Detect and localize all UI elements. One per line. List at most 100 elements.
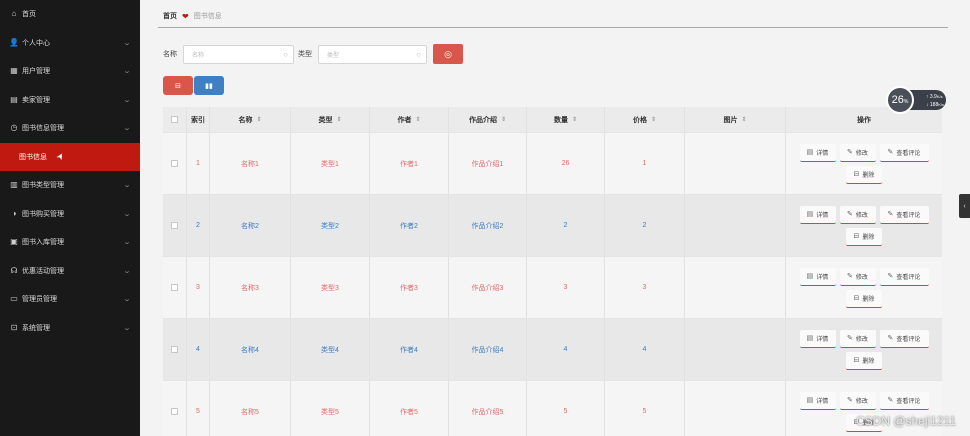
- sidebar-item[interactable]: ⌂ 首页: [0, 0, 140, 29]
- view-comments-button-label: 查看评论: [896, 336, 921, 343]
- sort-icon[interactable]: ⇕: [415, 116, 420, 123]
- cell-author-value: 作者4: [400, 346, 418, 354]
- row-actions: ▤ 详情 ✎ 修改 ✎ 查看评论 ⊟ 删除: [786, 329, 942, 370]
- sidebar-item[interactable]: ⊡ 系统管理 ⌄: [0, 314, 140, 343]
- name-search-input[interactable]: 名称 ○: [183, 44, 294, 64]
- cell-image: [685, 319, 786, 380]
- sidebar-item-label: 个人中心: [22, 39, 50, 47]
- view-comments-button[interactable]: ✎ 查看评论: [879, 143, 929, 162]
- row-checkbox[interactable]: [171, 222, 178, 229]
- view-comments-button[interactable]: ✎ 查看评论: [879, 391, 929, 410]
- row-checkbox[interactable]: [171, 160, 178, 167]
- cell-intro-value: 作品介绍5: [471, 408, 504, 416]
- edit-button[interactable]: ✎ 修改: [839, 329, 876, 348]
- table-header: 索引 名称 ⇕ 类型 ⇕ 作者 ⇕ 作品介绍 ⇕ 数量 ⇕ 价格 ⇕ 图片 ⇕ 操作: [163, 107, 942, 133]
- cell-price: 1: [605, 133, 685, 194]
- pencil-icon: ✎: [847, 149, 853, 156]
- detail-button[interactable]: ▤ 详情: [799, 205, 836, 224]
- view-comments-button-label: 查看评论: [896, 274, 921, 281]
- delete-button[interactable]: ⊟ 删除: [846, 227, 882, 246]
- sidebar-item[interactable]: ▥ 图书类型管理 ⌄: [0, 171, 140, 200]
- cell-image: [685, 257, 786, 318]
- search-button[interactable]: ◎: [433, 44, 463, 64]
- col-price[interactable]: 价格 ⇕: [605, 107, 685, 132]
- edit-button[interactable]: ✎ 修改: [839, 267, 876, 286]
- detail-button[interactable]: ▤ 详情: [799, 329, 836, 348]
- divider: [158, 27, 948, 28]
- sidebar-item[interactable]: ◷ 图书信息管理 ⌄: [0, 114, 140, 143]
- sort-icon[interactable]: ⇕: [741, 116, 746, 123]
- sort-icon[interactable]: ⇕: [256, 116, 261, 123]
- delete-button-label: 删除: [862, 172, 875, 179]
- document-icon: ▤: [806, 397, 814, 404]
- detail-button[interactable]: ▤ 详情: [799, 267, 836, 286]
- row-checkbox[interactable]: [171, 284, 178, 291]
- cell-price: 3: [605, 257, 685, 318]
- cell-intro-value: 作品介绍4: [471, 346, 504, 354]
- col-type[interactable]: 类型 ⇕: [291, 107, 370, 132]
- cell-price-value: 3: [642, 284, 647, 291]
- cell-actions: ▤ 详情 ✎ 修改 ✎ 查看评论 ⊟ 删除: [786, 133, 942, 194]
- pencil-icon: ✎: [887, 397, 894, 404]
- side-panel-toggle[interactable]: ‹: [959, 194, 970, 218]
- menu-icon: 👤: [9, 37, 19, 47]
- sidebar-item[interactable]: ▭ 管理员管理 ⌄: [0, 285, 140, 314]
- select-all-checkbox[interactable]: [171, 116, 178, 123]
- sidebar-item[interactable]: ☊ 优惠活动管理 ⌄: [0, 257, 140, 286]
- delete-button[interactable]: ⊟ 删除: [846, 165, 882, 184]
- sidebar-item[interactable]: ▣ 图书入库管理 ⌄: [0, 228, 140, 257]
- sort-icon[interactable]: ⇕: [651, 116, 656, 123]
- detail-button[interactable]: ▤ 详情: [799, 391, 836, 410]
- type-search-input[interactable]: 类型 ○: [318, 44, 427, 64]
- sidebar-item[interactable]: ◑ 图书购买管理 ⌄: [0, 200, 140, 229]
- app-window: ⌂ 首页 👤 个人中心 ⌄ ▦ 用户管理 ⌄ ▤ 卖家管理 ⌄ ◷ 图书信息管理 ⌄ 图书信息 ➤ ▥ 图书类型管…: [0, 0, 970, 436]
- chevron-down-icon: ⌄: [122, 125, 132, 133]
- cell-type-value: 类型2: [321, 222, 339, 230]
- edit-button[interactable]: ✎ 修改: [839, 205, 876, 224]
- sidebar-item[interactable]: 图书信息 ➤: [0, 142, 140, 171]
- row-checkbox[interactable]: [171, 346, 178, 353]
- row-checkbox[interactable]: [171, 408, 178, 415]
- header-label: 类型: [318, 116, 333, 124]
- breadcrumb-home[interactable]: 首页: [163, 11, 177, 21]
- header-label: 数量: [553, 116, 568, 124]
- usage-percent: 26: [891, 94, 904, 106]
- delete-button[interactable]: ⊟ 删除: [846, 351, 882, 370]
- statistics-button[interactable]: ▮▮: [194, 76, 224, 95]
- col-qty[interactable]: 数量 ⇕: [527, 107, 605, 132]
- trash-icon: ⊟: [853, 295, 860, 302]
- sidebar-item[interactable]: ▦ 用户管理 ⌄: [0, 57, 140, 86]
- cell-author: 作者3: [370, 257, 449, 318]
- delete-button-label: 删除: [862, 296, 875, 303]
- name-label: 名称: [163, 51, 177, 58]
- view-comments-button[interactable]: ✎ 查看评论: [879, 205, 929, 224]
- edit-button[interactable]: ✎ 修改: [839, 391, 876, 410]
- col-author[interactable]: 作者 ⇕: [370, 107, 449, 132]
- col-intro[interactable]: 作品介绍 ⇕: [449, 107, 527, 132]
- edit-button-label: 修改: [855, 336, 868, 343]
- detail-button-label: 详情: [816, 212, 829, 219]
- header-label: 价格: [632, 116, 647, 124]
- sort-icon[interactable]: ⇕: [572, 116, 577, 123]
- pencil-icon: ✎: [847, 335, 853, 342]
- detail-button[interactable]: ▤ 详情: [799, 143, 836, 162]
- cell-index: 2: [187, 195, 210, 256]
- cell-author-value: 作者5: [400, 408, 418, 416]
- sort-icon[interactable]: ⇕: [336, 116, 341, 123]
- edit-button[interactable]: ✎ 修改: [839, 143, 876, 162]
- batch-delete-button[interactable]: ⊟: [163, 76, 193, 95]
- network-monitor-widget[interactable]: ↑ 3.9K/s ↓ 188K/s 26%: [886, 86, 946, 114]
- sort-icon[interactable]: ⇕: [501, 116, 506, 123]
- col-image[interactable]: 图片 ⇕: [685, 107, 786, 132]
- menu-icon: ◑: [11, 208, 17, 218]
- cell-author-value: 作者1: [400, 160, 418, 168]
- edit-button-label: 修改: [855, 212, 868, 219]
- view-comments-button[interactable]: ✎ 查看评论: [879, 329, 929, 348]
- sidebar-item[interactable]: ▤ 卖家管理 ⌄: [0, 86, 140, 115]
- delete-button[interactable]: ⊟ 删除: [846, 289, 882, 308]
- view-comments-button[interactable]: ✎ 查看评论: [879, 267, 929, 286]
- breadcrumb-current: 图书信息: [193, 13, 222, 20]
- col-name[interactable]: 名称 ⇕: [210, 107, 291, 132]
- pencil-icon: ✎: [847, 273, 853, 280]
- sidebar-item[interactable]: 👤 个人中心 ⌄: [0, 29, 140, 58]
